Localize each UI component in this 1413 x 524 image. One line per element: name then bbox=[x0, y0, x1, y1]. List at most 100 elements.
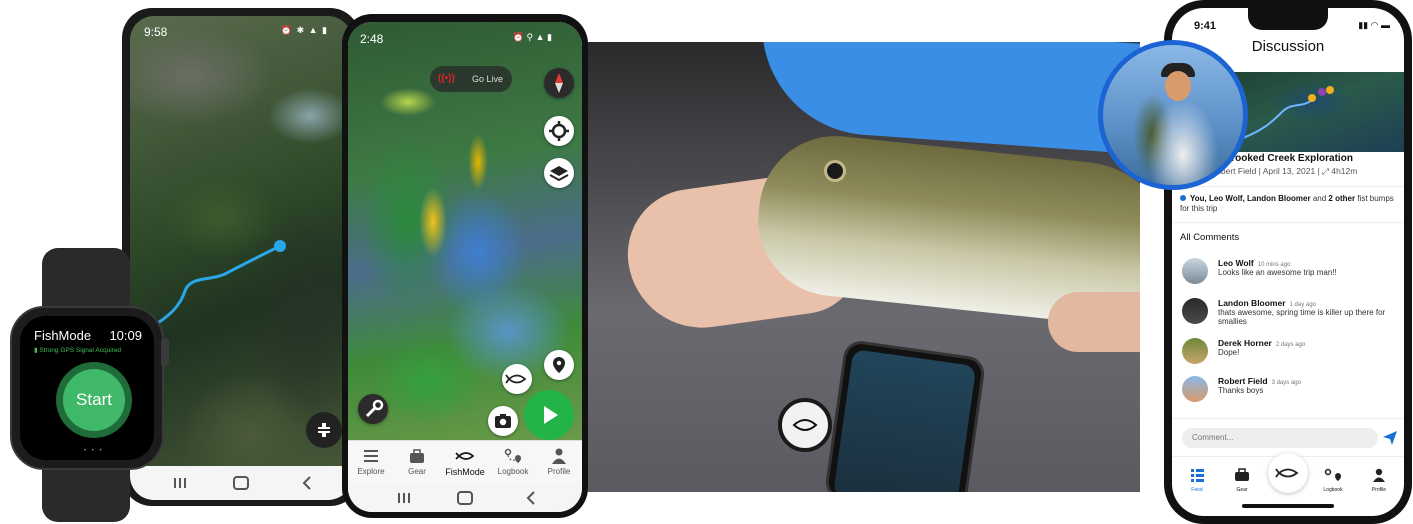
bottom-tab-bar: Feed Gear Logbook Profile bbox=[1172, 453, 1404, 496]
all-comments-heading: All Comments bbox=[1180, 232, 1240, 243]
tab-fishmode-label: FishMode bbox=[445, 467, 485, 477]
tab-feed-label: Feed bbox=[1191, 487, 1203, 493]
gps-status: ▮ Strong GPS Signal Acquired bbox=[34, 347, 122, 354]
comment-author[interactable]: Robert Field bbox=[1218, 376, 1268, 386]
status-time: 9:41 bbox=[1194, 20, 1217, 32]
avatar[interactable] bbox=[1182, 338, 1208, 364]
avatar[interactable] bbox=[1182, 258, 1208, 284]
tab-logbook[interactable]: Logbook bbox=[1318, 467, 1348, 493]
recents-icon[interactable] bbox=[174, 478, 186, 488]
drop-pin-button[interactable] bbox=[544, 350, 574, 380]
wrench-icon bbox=[365, 399, 384, 418]
list-icon bbox=[361, 447, 381, 465]
status-time: 9:58 bbox=[144, 25, 168, 39]
watch-band-bottom bbox=[42, 462, 130, 522]
fishmode-logo-icon bbox=[1275, 468, 1299, 478]
compass-icon bbox=[555, 73, 563, 93]
watch-time: 10:09 bbox=[109, 328, 142, 343]
divider bbox=[1172, 186, 1404, 187]
tab-profile-label: Profile bbox=[1371, 487, 1387, 493]
divider bbox=[1172, 222, 1404, 223]
hand bbox=[1048, 292, 1140, 352]
layers-icon bbox=[549, 166, 569, 182]
person-icon bbox=[1369, 467, 1389, 485]
watch-crown[interactable] bbox=[161, 338, 169, 366]
collapse-icon bbox=[318, 423, 330, 437]
tab-profile[interactable]: Profile bbox=[1364, 467, 1394, 493]
android-nav-bar bbox=[348, 484, 582, 512]
tab-logbook[interactable]: Logbook bbox=[490, 447, 536, 476]
tackle-box-icon bbox=[407, 447, 427, 465]
recenter-button[interactable] bbox=[544, 116, 574, 146]
avatar[interactable] bbox=[1182, 298, 1208, 324]
home-icon[interactable] bbox=[233, 476, 249, 490]
tab-feed[interactable]: Feed bbox=[1182, 467, 1212, 493]
tab-logbook-label: Logbook bbox=[1323, 487, 1343, 493]
tab-explore[interactable]: Explore bbox=[348, 447, 394, 476]
fishmode-tracker-clip bbox=[778, 398, 832, 452]
start-label: Start bbox=[63, 369, 125, 431]
home-indicator bbox=[1242, 504, 1334, 508]
trip-title: Crooked Creek Exploration bbox=[1224, 153, 1353, 164]
phone-on-boat-deck bbox=[823, 338, 987, 492]
face bbox=[1165, 71, 1191, 101]
comment-text: Looks like an awesome trip man!! bbox=[1218, 268, 1337, 277]
tab-gear[interactable]: Gear bbox=[394, 447, 440, 476]
status-bar: 2:48 ⏰ ⚲ ▲ ▮ bbox=[348, 22, 582, 50]
trip-length-icon: ⤢ bbox=[1322, 166, 1332, 176]
send-icon bbox=[1383, 431, 1397, 445]
tab-fishmode[interactable]: FishMode bbox=[442, 447, 488, 477]
camera-icon bbox=[495, 414, 511, 428]
status-time: 2:48 bbox=[360, 32, 384, 46]
layers-button[interactable] bbox=[544, 158, 574, 188]
go-live-label: Go Live bbox=[472, 74, 504, 84]
fishmode-center-button[interactable] bbox=[1268, 453, 1308, 493]
phone-notch bbox=[1248, 8, 1328, 30]
person-icon bbox=[549, 447, 569, 465]
camera-button[interactable] bbox=[488, 406, 518, 436]
phone-map-screen bbox=[832, 349, 977, 492]
status-icons: ⏰ ⚲ ▲ ▮ bbox=[512, 32, 552, 42]
phone-radar-map: 2:48 ⏰ ⚲ ▲ ▮ ((•)) Go Live Explore Gear … bbox=[342, 14, 588, 518]
divider bbox=[1172, 418, 1404, 419]
angler-holding-bass-photo bbox=[588, 42, 1140, 492]
back-icon[interactable] bbox=[526, 491, 535, 505]
comment-input[interactable] bbox=[1182, 428, 1378, 448]
trip-duration: 4h12m bbox=[1331, 166, 1358, 176]
trip-meta: Robert Field | April 13, 2021 | ⤢ 4h12m bbox=[1210, 166, 1358, 176]
tab-logbook-label: Logbook bbox=[497, 467, 529, 476]
send-button[interactable] bbox=[1382, 430, 1398, 451]
comment-author[interactable]: Derek Horner bbox=[1218, 338, 1272, 348]
comment-author[interactable]: Landon Bloomer bbox=[1218, 298, 1286, 308]
page-indicator: • • • bbox=[84, 448, 104, 454]
android-nav-bar bbox=[130, 466, 352, 500]
radar-screen: 2:48 ⏰ ⚲ ▲ ▮ ((•)) Go Live Explore Gear … bbox=[348, 22, 582, 512]
back-icon[interactable] bbox=[302, 476, 311, 490]
watch-screen: FishMode 10:09 ▮ Strong GPS Signal Acqui… bbox=[20, 316, 154, 460]
fishmode-logo-icon bbox=[455, 447, 475, 465]
tackle-box-icon bbox=[1232, 467, 1252, 485]
tab-profile[interactable]: Profile bbox=[536, 447, 582, 476]
feed-icon bbox=[1187, 467, 1207, 485]
compass-button[interactable] bbox=[544, 68, 574, 98]
recents-icon[interactable] bbox=[398, 493, 410, 503]
start-button[interactable]: Start bbox=[56, 362, 132, 438]
comment-text: thats awesome, spring time is killer up … bbox=[1218, 308, 1386, 326]
collapse-map-button[interactable] bbox=[306, 412, 342, 448]
tools-button[interactable] bbox=[358, 394, 388, 424]
go-live-button[interactable]: ((•)) Go Live bbox=[430, 66, 512, 92]
fish-eye bbox=[824, 160, 846, 182]
comment-author[interactable]: Leo Wolf bbox=[1218, 258, 1254, 268]
comment-text: Thanks boys bbox=[1218, 386, 1264, 395]
start-trip-button[interactable] bbox=[524, 390, 574, 440]
comment-text: Dope! bbox=[1218, 348, 1240, 357]
tab-gear-label: Gear bbox=[408, 467, 426, 476]
bottom-tab-bar: Explore Gear FishMode Logbook Profile bbox=[348, 440, 582, 484]
avatar[interactable] bbox=[1182, 376, 1208, 402]
home-icon[interactable] bbox=[457, 491, 473, 505]
fist-bump-summary[interactable]: You, Leo Wolf, Landon Bloomer and 2 othe… bbox=[1180, 194, 1398, 214]
tab-gear[interactable]: Gear bbox=[1227, 467, 1257, 493]
tab-gear-label: Gear bbox=[1236, 487, 1248, 493]
status-icons: ⏰ ✱ ▲ ▮ bbox=[280, 25, 328, 35]
route-icon bbox=[1323, 467, 1343, 485]
